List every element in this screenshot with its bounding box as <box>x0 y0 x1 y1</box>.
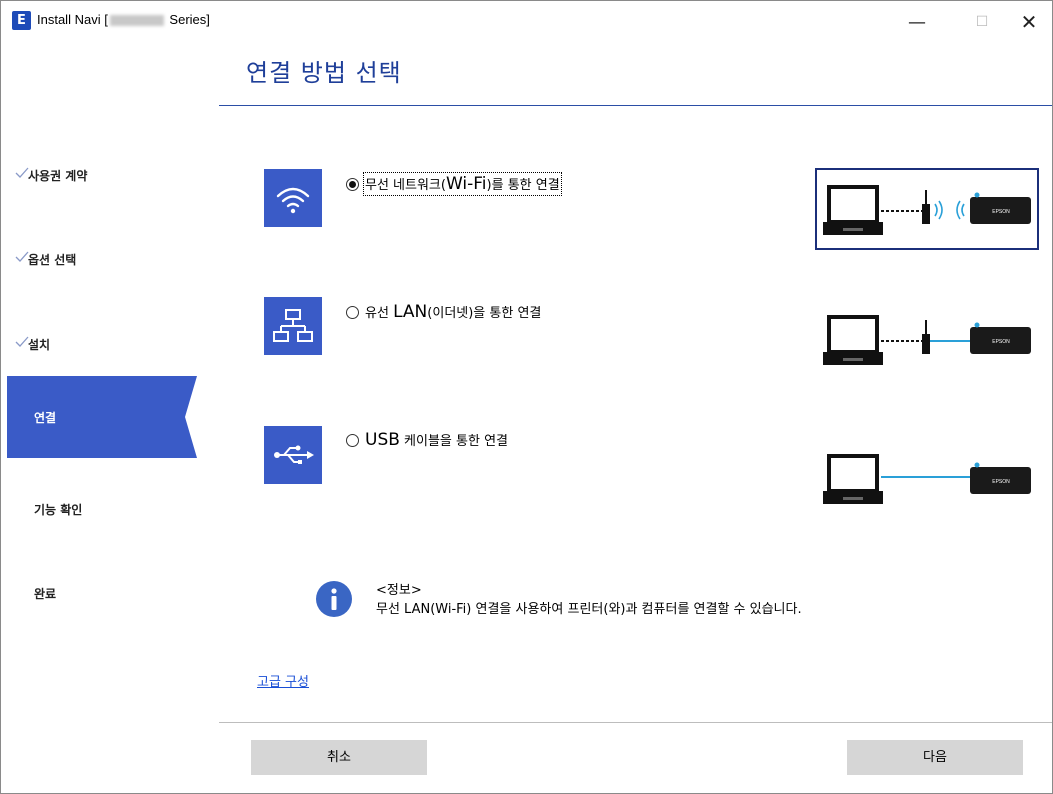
minimize-button[interactable]: — <box>894 1 940 44</box>
checkmark-icon <box>15 336 29 347</box>
advanced-config-link[interactable]: 고급 구성 <box>257 671 309 690</box>
step-install: 설치 <box>1 329 201 359</box>
ethernet-connection-diagram: EPSON <box>823 315 1031 365</box>
step-label: 설치 <box>28 338 51 352</box>
step-label: 완료 <box>34 587 57 601</box>
redacted-model <box>109 15 164 27</box>
label-part: Wi-Fi <box>445 174 487 194</box>
step-connection-active: 연결 <box>7 376 197 458</box>
window-title-suffix: Series] <box>165 12 210 27</box>
step-label: 옵션 선택 <box>28 253 77 267</box>
label-part: 무선 네트워크( <box>365 178 446 193</box>
cancel-button[interactable]: 취소 <box>251 740 427 775</box>
step-options: 옵션 선택 <box>1 244 201 274</box>
label-part: 유선 <box>365 306 394 321</box>
ethernet-option-label[interactable]: 유선 LAN(이더넷)을 통한 연결 <box>365 302 541 322</box>
wifi-connection-diagram: EPSON <box>823 185 1031 235</box>
printer-brand-label: EPSON <box>992 479 1010 485</box>
step-label: 기능 확인 <box>34 503 83 517</box>
page-title: 연결 방법 선택 <box>246 59 402 87</box>
title-bar: E Install Navi [ Series] — ☐ ✕ <box>1 1 1052 44</box>
wifi-option-label[interactable]: 무선 네트워크(Wi-Fi)를 통한 연결 <box>363 172 562 196</box>
maximize-button[interactable]: ☐ <box>959 1 1005 44</box>
label-part: (이더넷)을 통한 연결 <box>427 306 542 321</box>
wifi-icon[interactable] <box>264 169 322 227</box>
printer-brand-label: EPSON <box>992 209 1010 215</box>
label-part: USB <box>365 430 400 450</box>
steps-sidebar: 사용권 계약 옵션 선택 설치 연결 기능 확인 완료 <box>1 44 216 793</box>
step-complete: 완료 <box>1 578 201 608</box>
window-title: Install Navi [ Series] <box>37 12 210 27</box>
usb-radio[interactable] <box>346 434 359 447</box>
step-function-check: 기능 확인 <box>1 494 201 524</box>
usb-icon[interactable] <box>264 426 322 484</box>
ethernet-radio[interactable] <box>346 306 359 319</box>
usb-option-label[interactable]: USB 케이블을 통한 연결 <box>365 430 508 450</box>
app-icon: E <box>12 11 31 30</box>
step-license: 사용권 계약 <box>1 160 201 190</box>
close-button[interactable]: ✕ <box>1006 1 1052 44</box>
header-divider <box>219 105 1052 106</box>
wifi-radio[interactable] <box>346 178 359 191</box>
printer-brand-label: EPSON <box>992 339 1010 345</box>
label-part: LAN <box>393 302 428 322</box>
step-label: 연결 <box>34 411 57 425</box>
info-title: <정보> <box>376 583 422 598</box>
window-title-prefix: Install Navi [ <box>37 12 108 27</box>
checkmark-icon <box>15 167 29 178</box>
label-part: 케이블을 통한 연결 <box>399 434 508 449</box>
installer-window: E Install Navi [ Series] — ☐ ✕ 사용권 계약 옵션… <box>0 0 1053 794</box>
step-label: 사용권 계약 <box>28 169 88 183</box>
info-text: 무선 LAN(Wi-Fi) 연결을 사용하여 프린터(와)과 컴퓨터를 연결할 … <box>376 602 802 617</box>
info-icon <box>316 581 352 617</box>
footer-divider <box>219 722 1052 723</box>
usb-connection-diagram: EPSON <box>823 454 1031 504</box>
network-icon[interactable] <box>264 297 322 355</box>
next-button[interactable]: 다음 <box>847 740 1023 775</box>
label-part: )를 통한 연결 <box>486 178 560 193</box>
checkmark-icon <box>15 251 29 262</box>
